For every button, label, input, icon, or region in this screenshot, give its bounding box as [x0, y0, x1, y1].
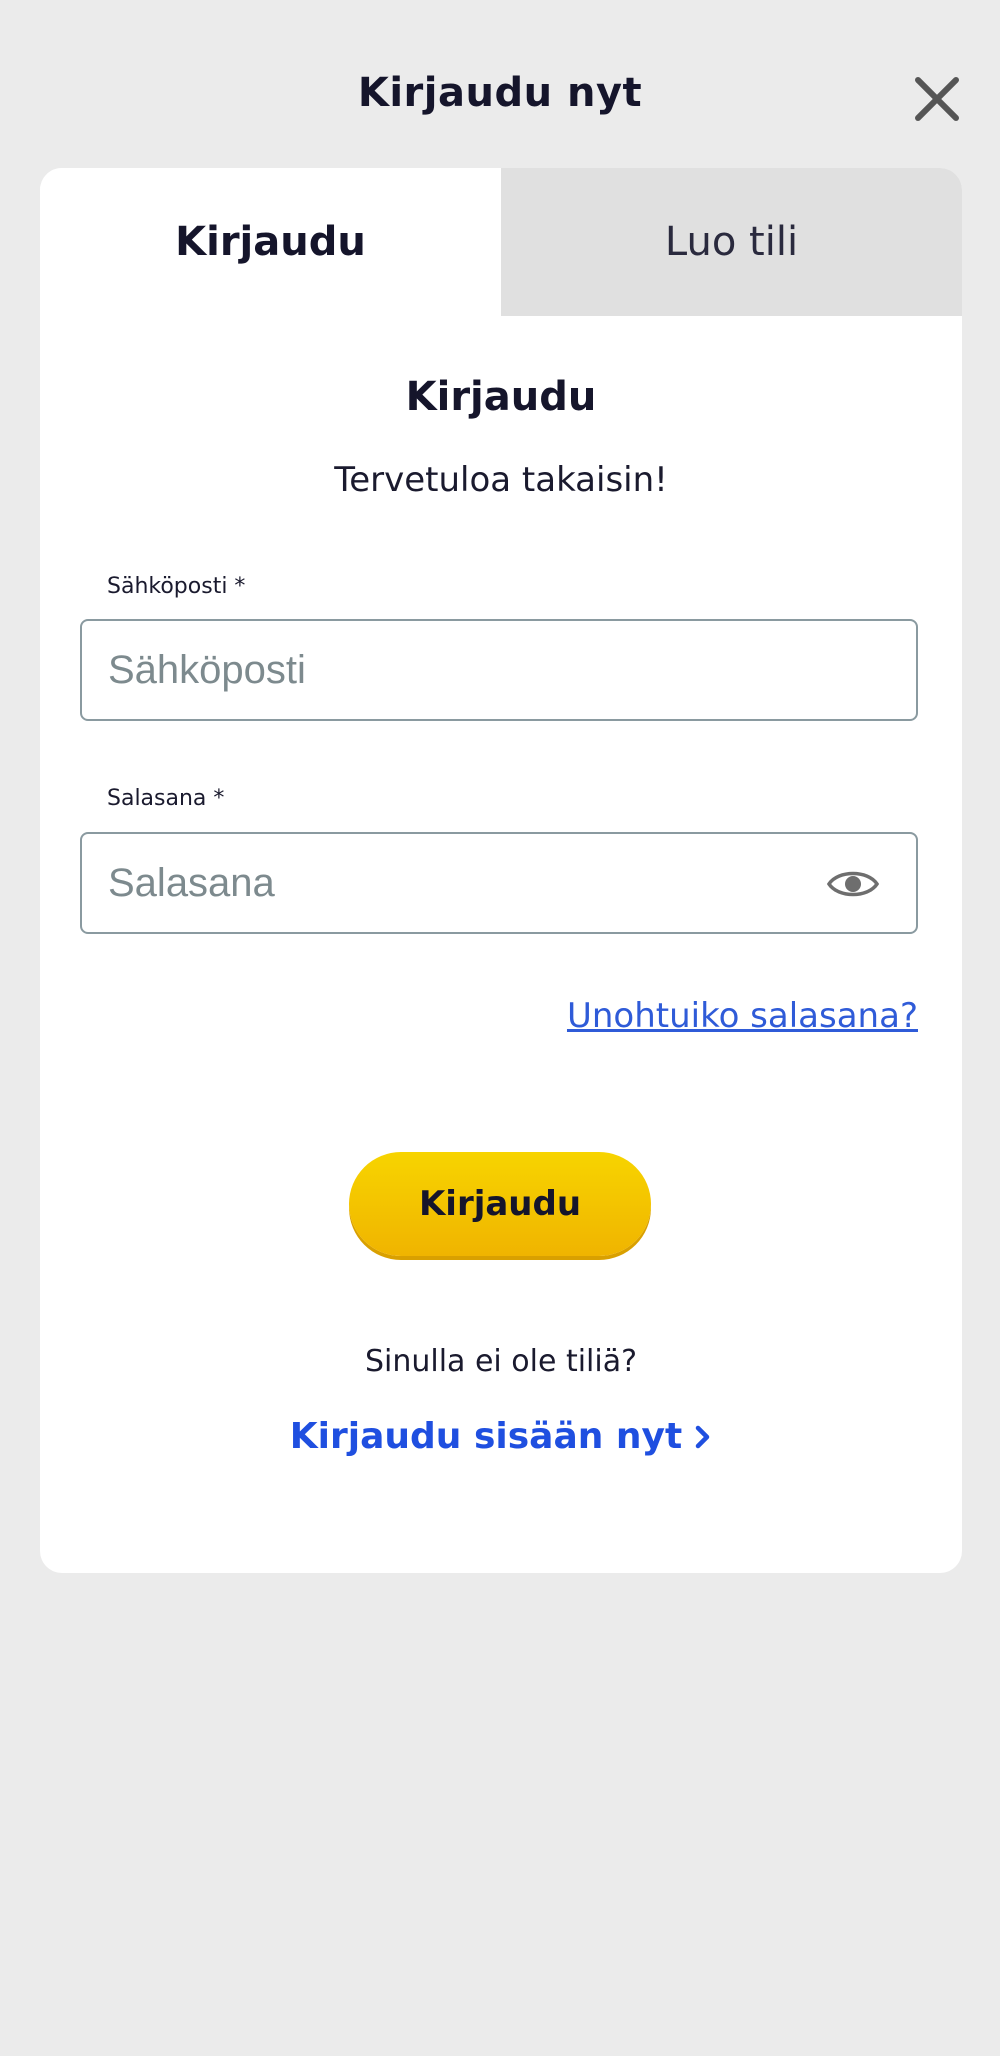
password-input[interactable] [82, 834, 916, 932]
chevron-right-icon [694, 1418, 712, 1459]
login-card: Kirjaudu Luo tili Kirjaudu Tervetuloa ta… [40, 168, 962, 1573]
password-label: Salasana * [107, 786, 225, 811]
form-title: Kirjaudu [405, 374, 597, 420]
modal-title: Kirjaudu nyt [357, 70, 643, 116]
password-field-wrapper [80, 832, 918, 934]
form-subtitle: Tervetuloa takaisin! [334, 460, 668, 500]
email-label: Sähköposti * [107, 574, 246, 599]
close-button[interactable] [910, 72, 964, 126]
signup-link[interactable]: Kirjaudu sisään nyt [40, 1416, 962, 1459]
no-account-text: Sinulla ei ole tiliä? [364, 1344, 638, 1379]
email-input[interactable] [82, 621, 916, 719]
show-password-toggle[interactable] [826, 866, 880, 902]
auth-tabs: Kirjaudu Luo tili [40, 168, 962, 316]
close-icon [915, 77, 959, 121]
eye-icon [826, 871, 880, 897]
tab-login[interactable]: Kirjaudu [40, 168, 501, 316]
modal-header: Kirjaudu nyt [0, 0, 1000, 170]
tab-create-account[interactable]: Luo tili [501, 168, 962, 316]
email-field-wrapper [80, 619, 918, 721]
forgot-password-link[interactable]: Unohtuiko salasana? [567, 996, 918, 1036]
login-submit-button[interactable]: Kirjaudu [349, 1152, 651, 1256]
signup-link-label: Kirjaudu sisään nyt [289, 1416, 683, 1457]
